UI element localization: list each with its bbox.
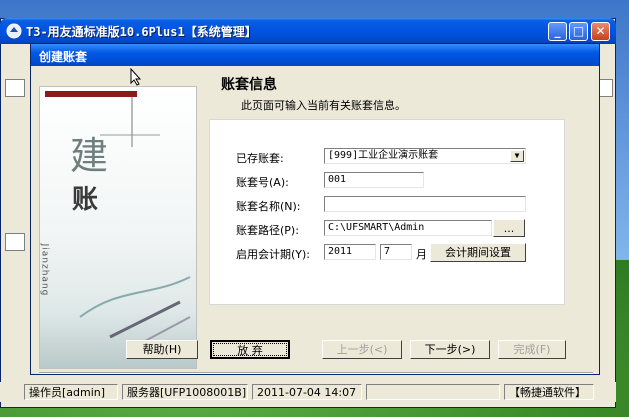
account-path-input[interactable]: C:\UFSMART\Admin (324, 220, 492, 236)
create-account-dialog: 创建账套 建 账 Jianzhang 账套信息 此页面可输入当前有关账套信息。 … (30, 43, 600, 375)
background-panel-left-lower (5, 233, 25, 251)
status-server: 服务器[UFP1008001B] (122, 384, 248, 400)
main-titlebar[interactable]: T3-用友通标准版10.6Plus1【系统管理】 _ □ ✕ (0, 18, 616, 44)
previous-step-button[interactable]: 上一步(<) (322, 340, 402, 359)
existing-account-select[interactable]: [999]工业企业演示账套 ▼ (324, 148, 526, 164)
status-spacer (366, 384, 500, 400)
wizard-banner-image: 建 账 Jianzhang (39, 86, 197, 369)
banner-char-zhang: 账 (72, 185, 99, 215)
status-brand: 【畅捷通软件】 (504, 384, 594, 400)
account-name-input[interactable] (324, 196, 526, 212)
account-code-label: 账套号(A): (236, 176, 289, 189)
next-step-button[interactable]: 下一步(>) (410, 340, 490, 359)
status-bar: 操作员[admin] 服务器[UFP1008001B] 2011-07-04 1… (0, 382, 616, 402)
minimize-button[interactable]: _ (548, 22, 567, 41)
start-year-input[interactable]: 2011 (324, 244, 376, 260)
account-name-label: 账套名称(N): (236, 200, 301, 213)
main-window-title: T3-用友通标准版10.6Plus1【系统管理】 (26, 25, 257, 39)
dialog-title: 创建账套 (39, 50, 88, 64)
start-period-label: 启用会计期(Y): (236, 248, 311, 261)
account-code-input[interactable]: 001 (324, 172, 424, 188)
maximize-button[interactable]: □ (569, 22, 588, 41)
browse-button[interactable]: ... (493, 219, 525, 237)
background-panel-left (5, 79, 25, 97)
existing-account-value: [999]工业企业演示账套 (328, 150, 439, 161)
banner-char-jian: 建 (70, 134, 109, 178)
close-button[interactable]: ✕ (591, 22, 610, 41)
mouse-cursor-icon (130, 68, 142, 86)
background-panel-right (599, 79, 613, 97)
page-description: 此页面可输入当前有关账套信息。 (241, 99, 406, 112)
footer-divider (39, 372, 593, 374)
month-unit-label: 月 (416, 248, 427, 261)
cancel-button[interactable]: 放 弃 (210, 340, 290, 359)
page-title: 账套信息 (221, 77, 277, 93)
banner-line-art (79, 97, 191, 350)
finish-button[interactable]: 完成(F) (498, 340, 566, 359)
banner-vertical-text: Jianzhang (39, 243, 50, 297)
chevron-down-icon[interactable]: ▼ (510, 150, 524, 162)
account-path-label: 账套路径(P): (236, 224, 299, 237)
start-month-input[interactable]: 7 (380, 244, 412, 260)
app-icon (6, 23, 22, 39)
help-button[interactable]: 帮助(H) (126, 340, 198, 359)
status-operator: 操作员[admin] (24, 384, 118, 400)
form-panel: 已存账套: [999]工业企业演示账套 ▼ 账套号(A): 001 账套名称(N… (209, 119, 565, 305)
status-datetime: 2011-07-04 14:07 (252, 384, 362, 400)
existing-account-label: 已存账套: (236, 152, 284, 165)
period-settings-button[interactable]: 会计期间设置 (430, 243, 526, 262)
dialog-titlebar[interactable]: 创建账套 (31, 44, 599, 66)
